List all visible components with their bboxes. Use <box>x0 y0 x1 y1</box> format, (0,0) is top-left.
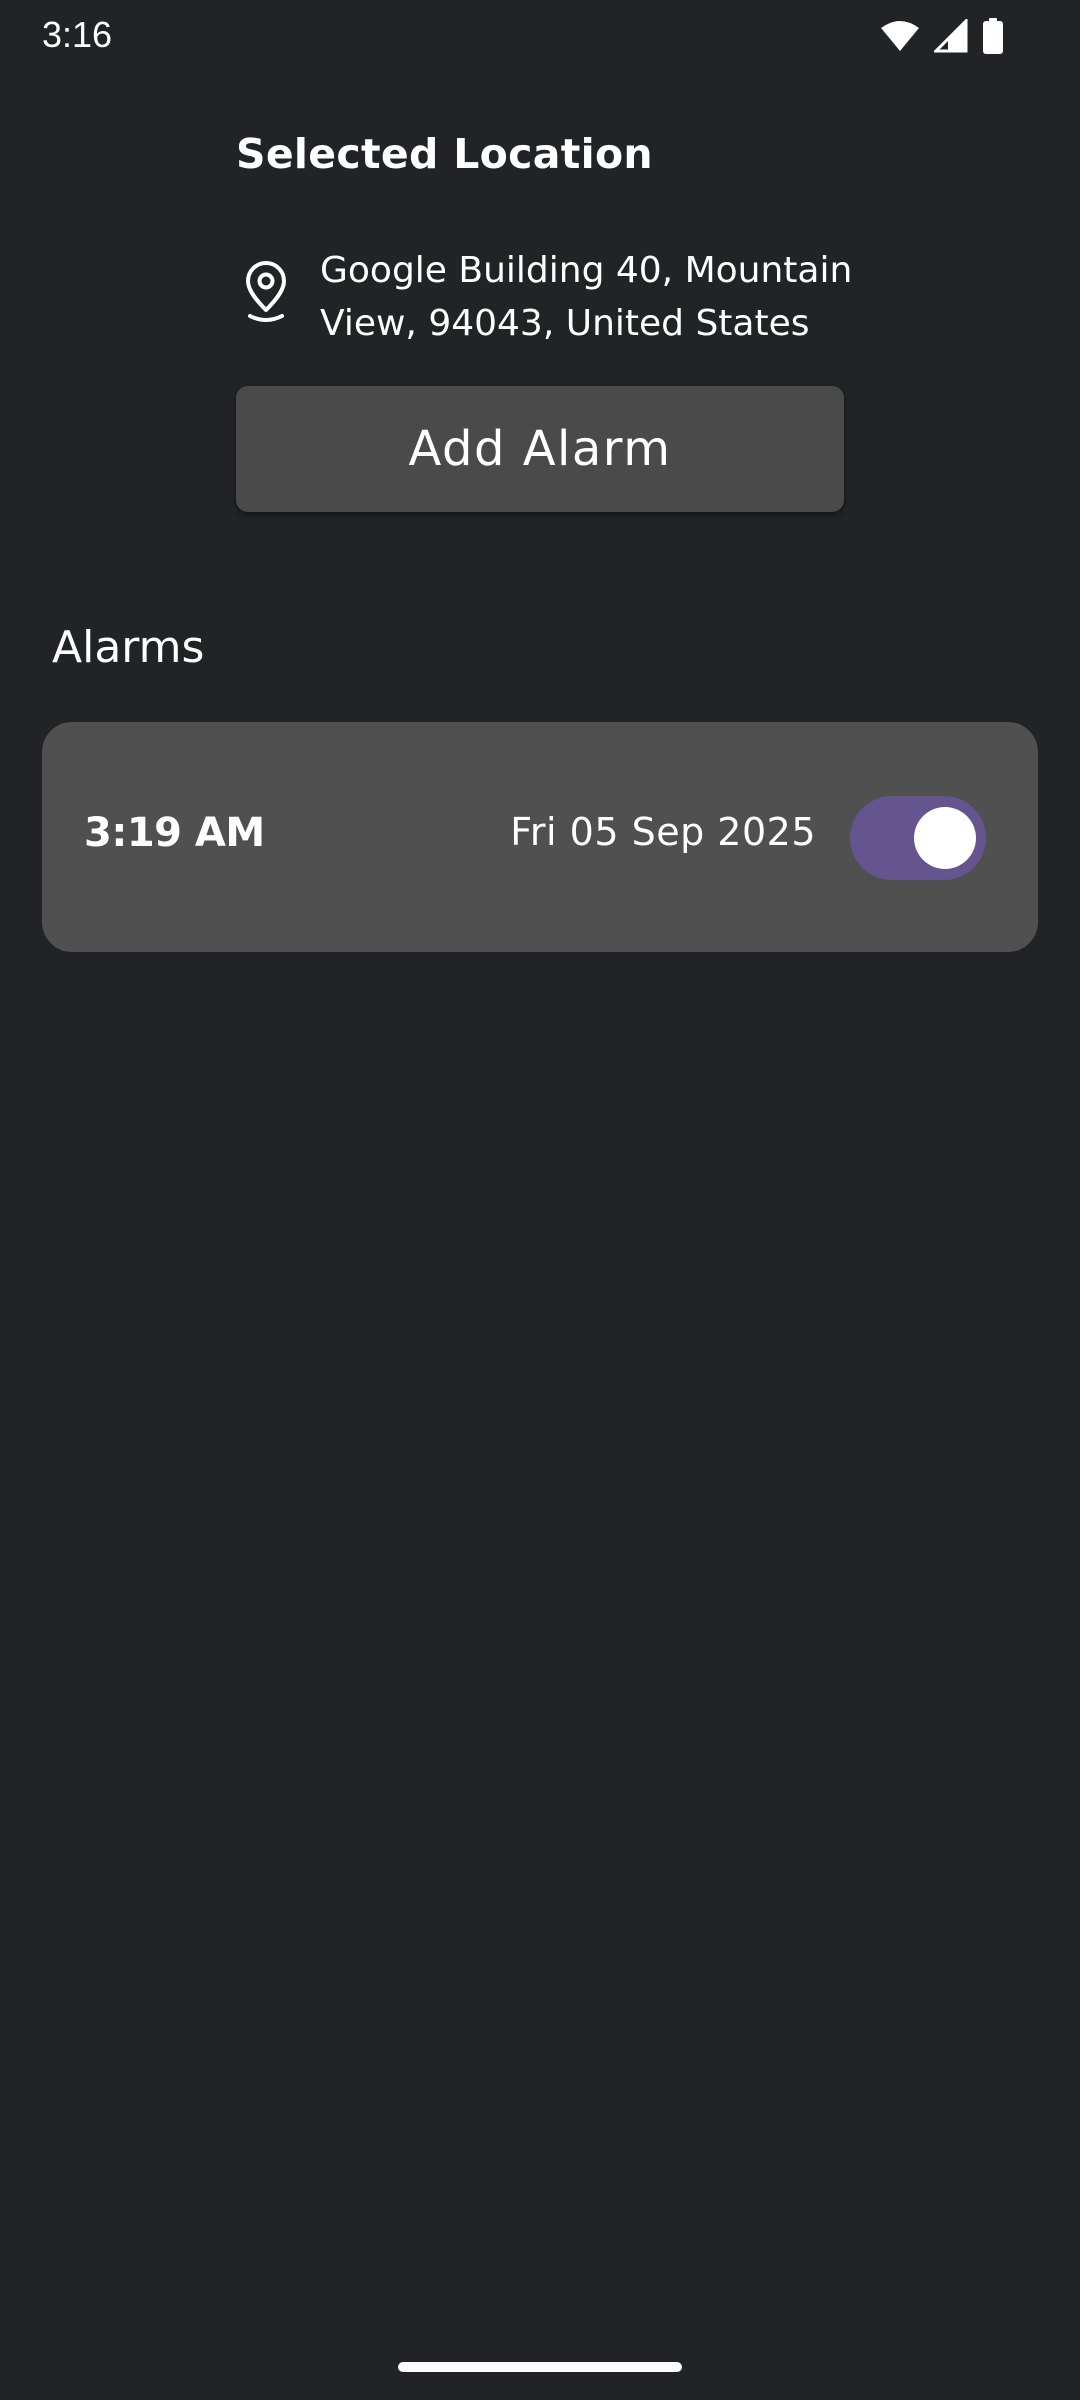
cellular-signal-icon <box>934 19 968 53</box>
status-bar: 3:16 <box>0 0 1080 72</box>
location-address: Google Building 40, Mountain View, 94043… <box>320 250 853 344</box>
alarm-date: Fri 05 Sep 2025 <box>510 810 816 854</box>
toggle-thumb <box>914 807 976 869</box>
alarm-time: 3:19 AM <box>84 810 265 856</box>
location-pin-icon <box>236 260 296 332</box>
gesture-navigation-handle[interactable] <box>398 2362 682 2372</box>
battery-icon <box>982 18 1004 54</box>
status-time: 3:16 <box>42 14 113 55</box>
alarm-enabled-toggle[interactable] <box>850 796 986 880</box>
wifi-icon <box>880 20 920 52</box>
alarms-heading: Alarms <box>52 622 205 673</box>
status-icons <box>880 18 1004 54</box>
location-row: Google Building 40, Mountain View, 94043… <box>236 244 876 350</box>
add-alarm-button[interactable]: Add Alarm <box>236 386 844 512</box>
alarm-list-item[interactable]: 3:19 AM Fri 05 Sep 2025 <box>42 722 1038 952</box>
selected-location-title: Selected Location <box>236 130 653 178</box>
